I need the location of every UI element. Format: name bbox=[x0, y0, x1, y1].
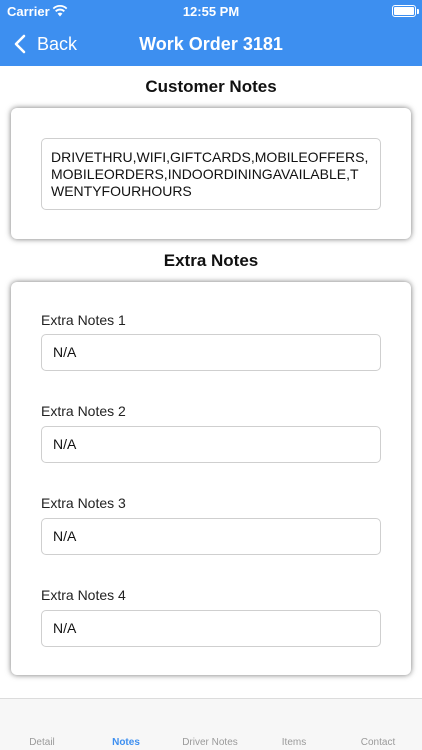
page-title: Work Order 3181 bbox=[139, 34, 283, 54]
extra-notes-card: Extra Notes 1 N/A Extra Notes 2 N/A Extr… bbox=[11, 282, 411, 675]
tab-bar: Detail Notes Driver Notes Items Contact bbox=[0, 698, 422, 750]
battery-icon bbox=[392, 5, 416, 17]
tab-contact[interactable]: Contact bbox=[336, 737, 420, 748]
extra-notes-2-field[interactable]: N/A bbox=[41, 426, 381, 463]
extra-notes-2-label: Extra Notes 2 bbox=[41, 403, 126, 419]
tab-driver-notes[interactable]: Driver Notes bbox=[168, 737, 252, 748]
extra-notes-1-label: Extra Notes 1 bbox=[41, 312, 126, 328]
extra-notes-4-field[interactable]: N/A bbox=[41, 610, 381, 647]
tab-notes[interactable]: Notes bbox=[84, 737, 168, 748]
battery-cap bbox=[417, 9, 419, 14]
navigation-bar: Back Work Order 3181 bbox=[0, 22, 422, 66]
tab-detail[interactable]: Detail bbox=[0, 737, 84, 748]
header: Carrier 12:55 PM Back Work Order 3181 bbox=[0, 0, 422, 66]
customer-notes-text[interactable]: DRIVETHRU,WIFI,GIFTCARDS,MOBILEOFFERS,MO… bbox=[41, 138, 381, 210]
status-bar: Carrier 12:55 PM bbox=[0, 0, 422, 22]
extra-notes-3-label: Extra Notes 3 bbox=[41, 495, 126, 511]
extra-notes-4-label: Extra Notes 4 bbox=[41, 587, 126, 603]
tab-items[interactable]: Items bbox=[252, 737, 336, 748]
clock: 12:55 PM bbox=[182, 4, 240, 19]
customer-notes-title: Customer Notes bbox=[145, 77, 277, 96]
extra-notes-title: Extra Notes bbox=[163, 251, 259, 270]
extra-notes-1-field[interactable]: N/A bbox=[41, 334, 381, 371]
extra-notes-3-field[interactable]: N/A bbox=[41, 518, 381, 555]
customer-notes-card: DRIVETHRU,WIFI,GIFTCARDS,MOBILEOFFERS,MO… bbox=[11, 108, 411, 239]
